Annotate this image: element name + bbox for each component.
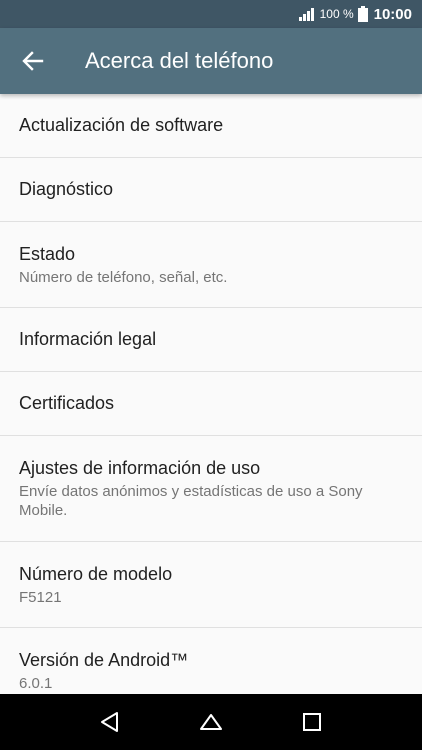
list-item-summary: Envíe datos anónimos y estadísticas de u… [19, 483, 363, 519]
list-item-label: Diagnóstico [19, 179, 114, 199]
list-item-label: Estado [19, 243, 76, 264]
list-item-model-number[interactable]: Número de modelo F5121 [0, 542, 422, 628]
settings-list: Actualización de software Diagnóstico Es… [0, 94, 422, 694]
clock: 10:00 [373, 5, 412, 23]
list-item-legal-info[interactable]: Información legal [0, 308, 422, 372]
list-item-label: Versión de Android™ [19, 650, 189, 670]
list-item-diagnostics[interactable]: Diagnóstico [0, 158, 422, 222]
list-item-label: Información legal [19, 329, 157, 349]
list-item-label: Certificados [19, 393, 115, 413]
arrow-left-icon [22, 51, 44, 71]
home-circle-icon [199, 714, 222, 730]
back-triangle-icon [101, 712, 119, 732]
list-item-usage-info-settings[interactable]: Ajustes de información de uso Envíe dato… [0, 436, 422, 542]
list-item-summary: F5121 [19, 588, 62, 606]
nav-back-button[interactable] [90, 702, 130, 742]
battery-icon [357, 6, 368, 22]
recents-square-icon [302, 713, 321, 731]
navigation-bar [0, 694, 422, 750]
status-bar: 100 % 10:00 [0, 0, 422, 28]
back-button[interactable] [0, 28, 66, 94]
list-item-status[interactable]: Estado Número de teléfono, señal, etc. [0, 222, 422, 308]
list-item-label: Número de modelo [19, 563, 173, 584]
list-item-summary: 6.0.1 [19, 675, 53, 692]
list-item-label: Actualización de software [19, 115, 224, 135]
list-item-certificates[interactable]: Certificados [0, 372, 422, 436]
toolbar: Acerca del teléfono [0, 28, 422, 94]
list-item-summary: Número de teléfono, señal, etc. [19, 268, 228, 286]
list-item-label: Ajustes de información de uso [19, 458, 261, 478]
page-title: Acerca del teléfono [85, 48, 274, 73]
list-item-software-update[interactable]: Actualización de software [0, 94, 422, 158]
signal-icon [298, 7, 316, 21]
nav-recents-button[interactable] [292, 702, 332, 742]
list-item-android-version[interactable]: Versión de Android™ 6.0.1 [0, 628, 422, 694]
battery-percent: 100 % [319, 7, 354, 21]
nav-home-button[interactable] [191, 702, 231, 742]
